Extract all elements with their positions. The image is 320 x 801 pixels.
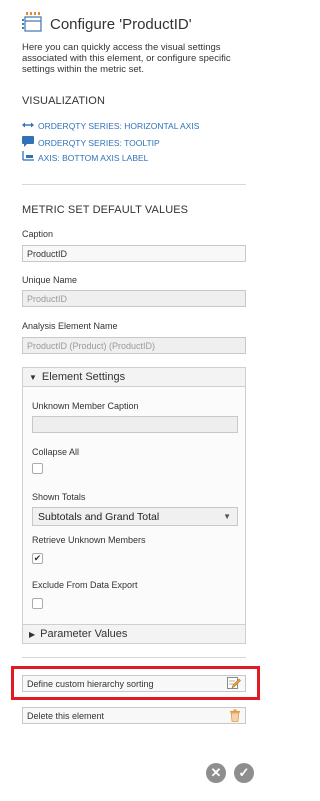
viz-link-horizontal-axis[interactable]: ORDERQTY SERIES: HORIZONTAL AXIS <box>22 121 199 131</box>
viz-link-tooltip[interactable]: ORDERQTY SERIES: TOOLTIP <box>22 136 160 149</box>
retrieve-unknown-label: Retrieve Unknown Members <box>32 535 146 545</box>
parameter-values-header[interactable]: ▶ Parameter Values <box>22 624 246 644</box>
caption-label: Caption <box>22 229 54 239</box>
visualization-heading: VISUALIZATION <box>22 95 105 107</box>
shown-totals-label: Shown Totals <box>32 492 86 502</box>
analysis-element-label: Analysis Element Name <box>22 321 118 331</box>
horizontal-axis-icon <box>22 121 34 131</box>
shown-totals-value: Subtotals and Grand Total <box>38 510 160 523</box>
unknown-member-caption-label: Unknown Member Caption <box>32 401 139 411</box>
tooltip-icon <box>22 136 34 149</box>
cancel-icon[interactable]: ✕ <box>206 763 226 783</box>
dropdown-arrow-icon: ▼ <box>223 512 231 521</box>
viz-link-label: ORDERQTY SERIES: HORIZONTAL AXIS <box>38 121 200 131</box>
element-settings-header[interactable]: ▼ Element Settings <box>22 367 246 387</box>
configure-table-icon <box>22 11 42 38</box>
viz-link-label: AXIS: BOTTOM AXIS LABEL <box>38 152 149 163</box>
section-divider <box>22 657 246 658</box>
collapse-all-checkbox[interactable] <box>32 463 43 474</box>
caret-down-icon: ▼ <box>29 372 37 382</box>
exclude-export-checkbox[interactable] <box>32 598 43 609</box>
caption-input[interactable]: ProductID <box>22 245 246 262</box>
trash-icon <box>229 709 241 724</box>
analysis-element-field: ProductID (Product) (ProductID) <box>22 337 246 354</box>
define-sorting-button[interactable]: Define custom hierarchy sorting <box>22 675 246 692</box>
section-divider <box>22 184 246 185</box>
panel-title: Configure 'ProductID' <box>50 15 192 33</box>
axis-label-icon <box>22 151 34 164</box>
edit-pencil-icon <box>227 677 241 692</box>
define-sorting-label: Define custom hierarchy sorting <box>27 678 154 689</box>
delete-element-label: Delete this element <box>27 710 105 721</box>
parameter-values-title: Parameter Values <box>40 628 128 640</box>
confirm-check-icon[interactable]: ✓ <box>234 763 254 783</box>
exclude-export-label: Exclude From Data Export <box>32 580 138 590</box>
intro-text: Here you can quickly access the visual s… <box>22 42 231 75</box>
element-settings-title: Element Settings <box>41 371 126 383</box>
caret-right-icon: ▶ <box>29 629 36 639</box>
unique-name-label: Unique Name <box>22 275 78 285</box>
delete-element-button[interactable]: Delete this element <box>22 707 246 724</box>
retrieve-unknown-checkbox[interactable]: ✔ <box>32 553 43 564</box>
viz-link-axis-label[interactable]: AXIS: BOTTOM AXIS LABEL <box>22 151 148 164</box>
collapse-all-label: Collapse All <box>32 447 80 457</box>
unique-name-field: ProductID <box>22 290 246 307</box>
unknown-member-caption-input[interactable] <box>32 416 238 433</box>
panel-header: Configure 'ProductID' <box>22 10 192 38</box>
viz-link-label: ORDERQTY SERIES: TOOLTIP <box>38 137 160 148</box>
shown-totals-select[interactable]: Subtotals and Grand Total ▼ <box>32 507 238 526</box>
metric-set-heading: METRIC SET DEFAULT VALUES <box>22 204 189 216</box>
